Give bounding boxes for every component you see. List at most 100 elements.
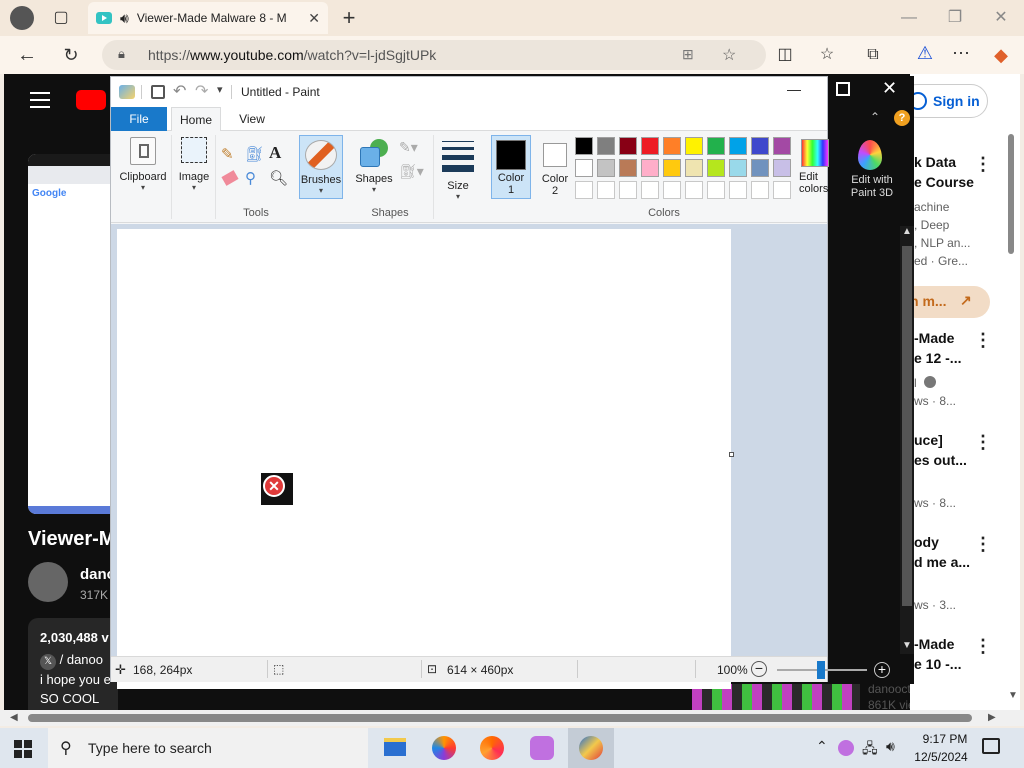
page-scrollbar[interactable] [1008,134,1014,254]
start-button[interactable] [14,740,32,758]
palette-color-swatch[interactable] [729,159,747,177]
copilot-icon[interactable]: ◆ [986,40,1016,70]
horizontal-scrollbar[interactable]: ◀ ▶ [0,710,1024,726]
edit-colors-button[interactable]: Edit colors [797,135,829,199]
custom-color-swatch[interactable] [751,181,769,199]
edge-icon[interactable] [480,736,504,760]
split-screen-icon[interactable]: ◫ [770,40,800,70]
new-tab-button[interactable]: + [334,3,364,33]
horizontal-scrollbar-thumb[interactable] [28,714,972,722]
channel-avatar[interactable] [28,562,68,602]
magnifier-tool-icon[interactable]: 🔍︎ [269,169,288,187]
collections-icon[interactable]: ⧉ [858,40,888,70]
palette-color-swatch[interactable] [575,159,593,177]
fill-shape-icon[interactable]: ⛽︎▾ [399,163,424,180]
paint-close-button[interactable]: ✕ [882,78,897,99]
clipboard-button[interactable]: Clipboard ▾ [117,135,169,195]
notifications-icon[interactable] [982,738,1000,754]
palette-color-swatch[interactable] [663,137,681,155]
paint-maximize-button[interactable] [836,82,850,96]
outline-icon[interactable]: ✎▾ [399,139,418,156]
tab-actions-icon[interactable]: ▢ [46,3,76,33]
customize-quick-access-icon[interactable]: ▾ [217,83,223,96]
edit-with-paint3d-label[interactable]: Edit with Paint 3D [836,174,908,200]
sidebar-item-4-title1[interactable]: ody [914,534,939,550]
scroll-down-arrow-icon[interactable]: ▼ [1008,690,1018,701]
palette-color-swatch[interactable] [773,159,791,177]
pencil-tool-icon[interactable]: ✎ [221,145,234,163]
sidebar-item-1-title2[interactable]: e Course [914,174,974,190]
refresh-button[interactable]: ↻ [56,40,86,70]
color2-button[interactable]: Color 2 [535,135,575,199]
custom-color-swatch[interactable] [773,181,791,199]
paint-3d-icon[interactable] [858,140,882,170]
palette-color-swatch[interactable] [663,159,681,177]
sidebar-item-2-title2[interactable]: e 12 -... [914,350,961,366]
size-button[interactable]: Size ▾ [439,135,477,201]
taskbar-search-box[interactable]: ⚲ Type here to search [48,728,368,768]
color1-button[interactable]: Color 1 [491,135,531,199]
palette-color-swatch[interactable] [751,159,769,177]
custom-color-swatch[interactable] [641,181,659,199]
favorites-icon[interactable]: ☆ [812,40,842,70]
restore-window-button[interactable]: ❐ [940,3,970,33]
scroll-up-arrow-icon[interactable]: ▲ [902,226,912,237]
zoom-out-button[interactable]: − [751,661,767,677]
canvas-resize-handle[interactable] [729,452,734,457]
sidebar-item-3-title1[interactable]: uce] [914,432,943,448]
network-icon[interactable]: 🖧︎ [862,738,878,762]
favorite-star-icon[interactable]: ☆ [722,45,736,65]
shapes-button[interactable]: Shapes ▾ [351,135,397,199]
warning-icon[interactable]: ⚠ [910,38,940,68]
app-available-icon[interactable]: ⊞ [682,46,694,63]
palette-color-swatch[interactable] [685,137,703,155]
close-tab-icon[interactable]: ✕ [308,10,320,27]
paint-minimize-button[interactable]: — [787,81,801,97]
sidebar-item-3-title2[interactable]: es out... [914,452,967,468]
tab-file[interactable]: File [111,107,167,131]
palette-color-swatch[interactable] [597,137,615,155]
more-options-icon[interactable]: ⋮ [974,636,992,657]
palette-color-swatch[interactable] [597,159,615,177]
sidebar-item-1-title1[interactable]: k Data [914,154,956,170]
show-hidden-icons-icon[interactable]: ⌃ [816,738,828,755]
help-icon[interactable]: ? [894,110,910,126]
palette-color-swatch[interactable] [773,137,791,155]
palette-color-swatch[interactable] [575,137,593,155]
tray-app-icon[interactable] [838,740,854,756]
scroll-left-arrow-icon[interactable]: ◀ [10,712,18,723]
image-button[interactable]: Image ▾ [175,135,213,195]
undo-icon[interactable]: ↶ [173,81,186,101]
more-options-icon[interactable]: ⋮ [974,330,992,351]
palette-color-swatch[interactable] [751,137,769,155]
palette-color-swatch[interactable] [619,159,637,177]
clock-time[interactable]: 9:17 PM [918,732,972,746]
minimize-window-button[interactable]: — [894,3,924,33]
custom-color-swatch[interactable] [685,181,703,199]
sidebar-item-5-title1[interactable]: -Made [914,636,954,652]
custom-color-swatch[interactable] [619,181,637,199]
palette-color-swatch[interactable] [641,159,659,177]
expand-arrow-icon[interactable]: ⌃ [870,110,880,124]
firefox-icon[interactable] [432,736,456,760]
canvas-scrollbar-thumb[interactable] [902,246,912,606]
close-window-button[interactable]: ✕ [986,3,1016,33]
paint-taskbar-button[interactable] [568,728,614,768]
profile-icon[interactable] [10,6,34,30]
app-icon-people[interactable] [530,736,554,760]
palette-color-swatch[interactable] [707,137,725,155]
volume-icon[interactable]: 🔊︎ [886,738,895,755]
color-picker-tool-icon[interactable]: ⚲ [245,169,256,187]
palette-color-swatch[interactable] [641,137,659,155]
zoom-in-button[interactable]: + [874,662,890,678]
tab-active[interactable]: 🔊︎ Viewer-Made Malware 8 - M ✕ [88,2,328,34]
scroll-right-arrow-icon[interactable]: ▶ [988,712,996,723]
more-options-icon[interactable]: ⋮ [974,432,992,453]
palette-color-swatch[interactable] [685,159,703,177]
custom-color-swatch[interactable] [663,181,681,199]
more-options-icon[interactable]: ⋮ [974,534,992,555]
drawing-canvas[interactable]: ✕ [117,229,731,689]
tab-home[interactable]: Home [171,107,221,131]
palette-color-swatch[interactable] [619,137,637,155]
text-tool-icon[interactable]: A [269,143,281,163]
